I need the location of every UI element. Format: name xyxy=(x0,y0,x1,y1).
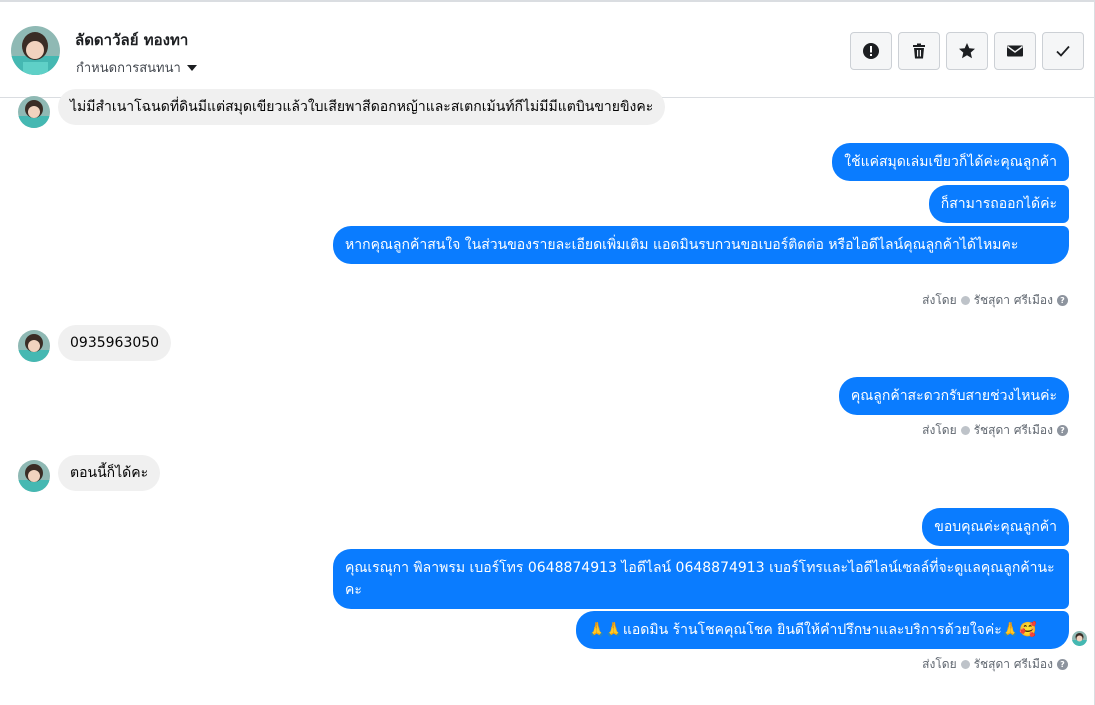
contact-name[interactable]: ลัดดาวัลย์ ทองทา xyxy=(75,28,188,52)
sent-by-label: ส่งโดย xyxy=(922,293,957,307)
incoming-message: ไม่มีสำเนาโฉนดที่ดินมีแต่สมุดเขียวแล้วใบ… xyxy=(58,89,666,125)
alert-icon xyxy=(863,43,879,59)
outgoing-message: ใช้แค่สมุดเล่มเขียวก็ได้ค่ะคุณลูกค้า xyxy=(832,143,1069,181)
outgoing-message: ก็สามารถออกได้ค่ะ xyxy=(928,185,1069,223)
trash-icon xyxy=(913,43,925,59)
incoming-message: ตอนนี้ก็ได้คะ xyxy=(58,455,161,491)
agent-status-icon xyxy=(960,296,970,305)
mark-spam-button[interactable] xyxy=(850,32,892,70)
outgoing-message: คุณลูกค้าสะดวกรับสายช่วงไหนค่ะ xyxy=(838,377,1069,415)
sent-by-info: ส่งโดย รัชสุดา ศรีเมือง ? xyxy=(922,655,1068,674)
check-icon xyxy=(1056,45,1070,57)
message-thread: ไม่มีสำเนาโฉนดที่ดินมีแต่สมุดเขียวแล้วใบ… xyxy=(0,89,1094,705)
outgoing-message: 🙏🙏แอดมิน ร้านโชคคุณโชค ยินดีให้คำปรึกษาแ… xyxy=(576,611,1069,649)
assign-label: กำหนดการสนทนา xyxy=(76,61,181,76)
caret-down-icon xyxy=(186,64,197,71)
assign-conversation-dropdown[interactable]: กำหนดการสนทนา xyxy=(76,57,197,78)
contact-avatar[interactable] xyxy=(11,26,60,75)
help-icon[interactable]: ? xyxy=(1057,295,1068,306)
mark-done-button[interactable] xyxy=(1042,32,1084,70)
sent-by-label: ส่งโดย xyxy=(922,657,957,671)
sent-by-agent[interactable]: รัชสุดา ศรีเมือง xyxy=(974,291,1053,310)
sender-avatar xyxy=(18,460,50,492)
help-icon[interactable]: ? xyxy=(1057,659,1068,670)
incoming-message: 0935963050 xyxy=(58,325,172,361)
sender-avatar xyxy=(18,96,50,128)
header-actions xyxy=(850,32,1084,70)
sent-by-agent[interactable]: รัชสุดา ศรีเมือง xyxy=(974,655,1053,674)
envelope-icon xyxy=(1007,45,1023,57)
agent-status-icon xyxy=(960,660,970,669)
help-icon[interactable]: ? xyxy=(1057,425,1068,436)
sent-by-agent[interactable]: รัชสุดา ศรีเมือง xyxy=(974,421,1053,440)
star-button[interactable] xyxy=(946,32,988,70)
outgoing-message: หากคุณลูกค้าสนใจ ในส่วนของรายละเอียดเพิ่… xyxy=(333,226,1069,264)
sender-avatar xyxy=(18,330,50,362)
sent-by-info: ส่งโดย รัชสุดา ศรีเมือง ? xyxy=(922,291,1068,310)
outgoing-message: ขอบคุณค่ะคุณลูกค้า xyxy=(922,508,1069,546)
star-icon xyxy=(959,43,975,59)
sent-by-info: ส่งโดย รัชสุดา ศรีเมือง ? xyxy=(922,421,1068,440)
delete-button[interactable] xyxy=(898,32,940,70)
agent-status-icon xyxy=(960,426,970,435)
conversation-header: ลัดดาวัลย์ ทองทา กำหนดการสนทนา xyxy=(0,2,1094,98)
mark-unread-button[interactable] xyxy=(994,32,1036,70)
outgoing-message: คุณเรณุกา พิลาพรม เบอร์โทร 0648874913 ไอ… xyxy=(333,549,1069,609)
seen-indicator-avatar xyxy=(1072,631,1087,646)
sent-by-label: ส่งโดย xyxy=(922,423,957,437)
